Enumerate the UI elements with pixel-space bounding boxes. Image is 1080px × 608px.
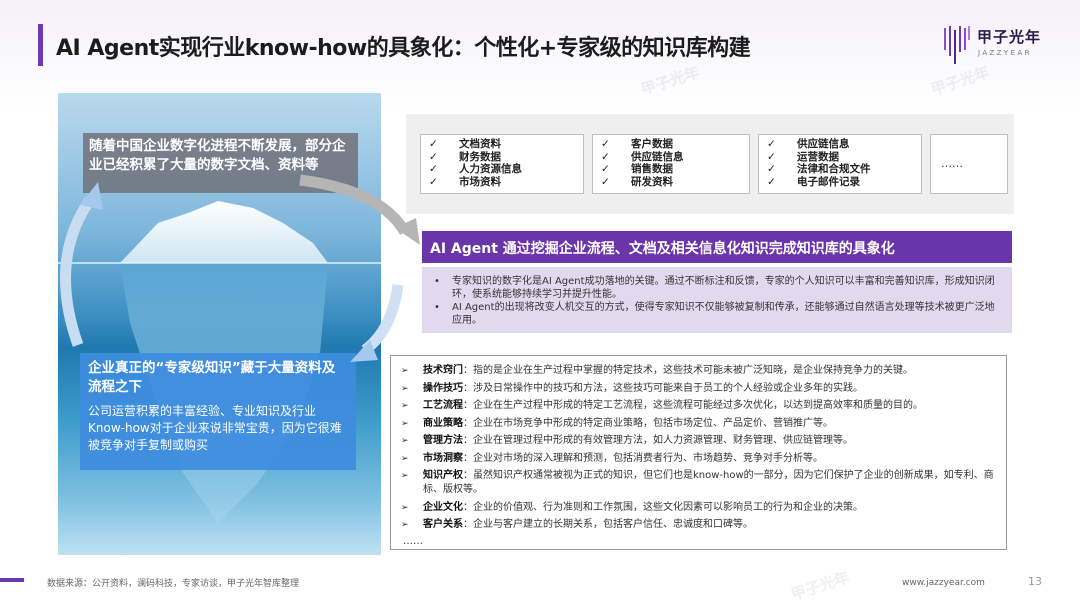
list-item: ➢ 操作技巧：涉及日常操作中的技巧和方法，这些技巧可能来自于员工的个人经验或企业多… (401, 382, 863, 394)
arrow-bullet-icon: ➢ (401, 383, 409, 394)
category-item: ✓ 电子邮件记录 (767, 175, 860, 188)
arrow-bullet-icon: ➢ (401, 418, 409, 429)
category-item: ✓ 客户数据 (601, 138, 673, 150)
check-icon: ✓ (429, 175, 438, 188)
category-item: ✓ 销售数据 (601, 163, 673, 175)
arrow-bullet-icon: ➢ (401, 502, 409, 513)
category-item: ✓ 财务数据 (429, 150, 501, 163)
list-item: ➢ 企业文化：企业的价值观、行为准则和工作氛围，这些文化因素可以影响员工的行为和企… (401, 501, 863, 513)
list-item: ➢ 技术窍门：指的是企业在生产过程中掌握的特定技术，这些技术可能未被广泛知晓，是企… (401, 365, 913, 376)
list-item: ➢ 市场洞察：企业对市场的深入理解和预测，包括消费者行为、市场趋势、竞争对手分析等… (401, 452, 823, 464)
category-item: ✓ 文档资料 (429, 138, 501, 150)
purple-point: • AI Agent的出现将改变人机交互的方式，使得专家知识不仅能够被复制和传承，… (434, 302, 995, 326)
category-item: ✓ 法律和合规文件 (767, 163, 871, 175)
more-ellipsis: …… (941, 157, 963, 170)
check-icon: ✓ (429, 163, 438, 175)
list-item: ➢ 管理方法：企业在管理过程中形成的有效管理方法，如人力资源管理、财务管理、供应链… (401, 435, 853, 446)
data-categories-panel: ✓ 文档资料 ✓ 财务数据 ✓ 人力资源信息 ✓ 市场资料 ✓ 客户数据 ✓ 供应链信息 ✓… (406, 114, 1014, 214)
check-icon: ✓ (429, 150, 438, 163)
arrow-bullet-icon: ➢ (401, 401, 409, 411)
list-item: ➢ 工艺流程：企业在生产过程中形成的特定工艺流程，这些流程可能经过多次优化，以达到… (401, 400, 923, 411)
check-icon: ✓ (601, 163, 610, 175)
category-item: ✓ 供应链信息 (767, 138, 850, 150)
category-item: ✓ 供应链信息 (601, 150, 684, 163)
check-icon: ✓ (767, 150, 776, 163)
check-icon: ✓ (429, 138, 438, 150)
check-icon: ✓ (767, 163, 776, 175)
check-icon: ✓ (601, 175, 610, 188)
arrow-bullet-icon: ➢ (401, 453, 409, 464)
category-card: ✓ 客户数据 ✓ 供应链信息 ✓ 销售数据 ✓ 研发资料 (592, 134, 750, 194)
category-item: ✓ 人力资源信息 (429, 163, 522, 175)
arrow-bullet-icon: ➢ (401, 366, 409, 376)
page-number: 13 (1028, 575, 1042, 588)
check-icon: ✓ (601, 150, 610, 163)
bullet-icon: • (434, 302, 440, 313)
footer-source: 数据来源：公开资料，澜码科技，专家访谈，甲子光年智库整理 (47, 579, 300, 589)
check-icon: ✓ (767, 175, 776, 188)
arrow-bullet-icon: ➢ (401, 471, 409, 481)
bullet-icon: • (434, 276, 440, 287)
category-card: ✓ 供应链信息 ✓ 运营数据 ✓ 法律和合规文件 ✓ 电子邮件记录 (758, 134, 922, 194)
list-item: ➢ 商业策略：企业在市场竞争中形成的特定商业策略，包括市场定位、产品定价、营销推广… (401, 417, 833, 429)
arrow-bullet-icon: ➢ (401, 520, 409, 530)
footer-accent-bar (0, 578, 24, 582)
list-item: ➢ 客户关系：企业与客户建立的长期关系，包括客户信任、忠诚度和口碑等。 (401, 519, 753, 530)
list-more-ellipsis: …… (403, 535, 423, 547)
category-item: ✓ 运营数据 (767, 150, 839, 163)
category-card: ✓ 文档资料 ✓ 财务数据 ✓ 人力资源信息 ✓ 市场资料 (420, 134, 584, 194)
check-icon: ✓ (601, 138, 610, 150)
purple-heading: AI Agent 通过挖掘企业流程、文档及相关信息化知识完成知识库的具象化 (422, 231, 1012, 263)
category-item: ✓ 市场资料 (429, 175, 501, 188)
purple-body: • 专家知识的数字化是AI Agent成功落地的关键。通过不断标注和反馈，专家的个… (422, 267, 1012, 333)
category-card-more: …… (930, 134, 1008, 194)
list-item: ➢ 知识产权：虽然知识产权通常被视为正式的知识，但它们也是know-how的一部分… (401, 470, 994, 495)
arrow-bullet-icon: ➢ (401, 436, 409, 446)
category-item: ✓ 研发资料 (601, 175, 673, 188)
knowhow-list: ➢ 技术窍门：指的是企业在生产过程中掌握的特定技术，这些技术可能未被广泛知晓，是企… (390, 355, 1007, 550)
footer-url-link[interactable]: www.jazzyear.com (902, 578, 985, 588)
check-icon: ✓ (767, 138, 776, 150)
purple-point: • 专家知识的数字化是AI Agent成功落地的关键。通过不断标注和反馈，专家的个… (434, 276, 995, 300)
